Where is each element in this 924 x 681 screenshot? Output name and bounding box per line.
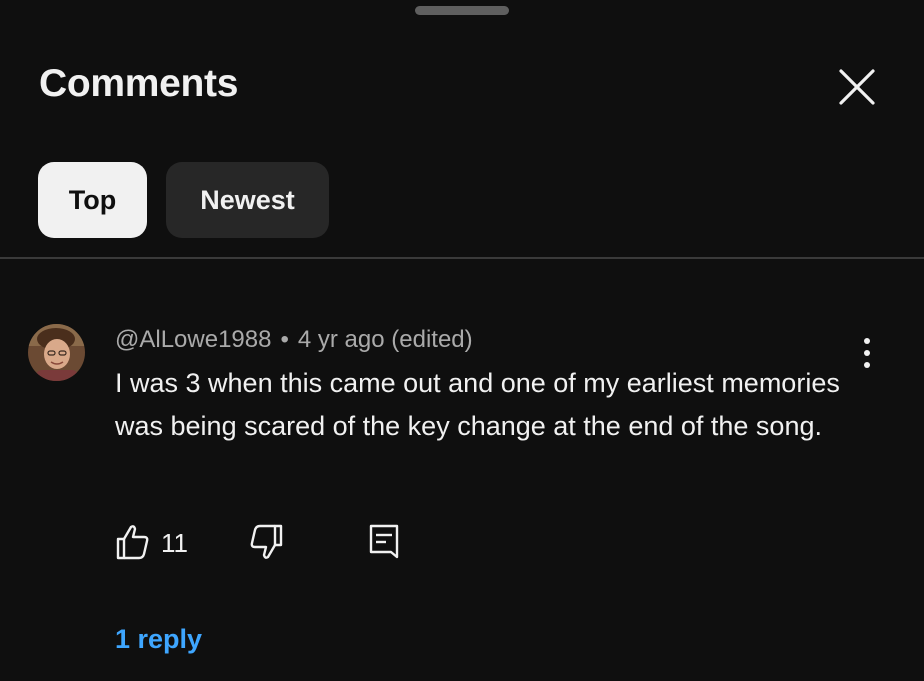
comment-text: I was 3 when this came out and one of my… (115, 368, 840, 441)
dislike-button[interactable] (246, 522, 286, 567)
meta-separator: • (280, 326, 289, 353)
thumbs-down-icon (250, 524, 283, 559)
like-count: 11 (161, 528, 188, 558)
close-button[interactable] (834, 64, 880, 110)
chip-top[interactable]: Top (38, 162, 147, 238)
divider (0, 257, 924, 259)
comment-meta: @AlLowe1988 • 4 yr ago (edited) (115, 326, 473, 354)
comment-icon (369, 524, 399, 559)
comments-sheet: Comments Top Newest @AlLowe1988 • 4 yr ago… (0, 0, 924, 681)
comment-menu-button[interactable] (852, 334, 882, 372)
close-icon (839, 69, 875, 105)
reply-button[interactable] (365, 522, 405, 567)
avatar-image (28, 324, 85, 381)
sort-chips: Top Newest (38, 162, 329, 238)
more-vert-icon (864, 338, 870, 368)
drag-handle[interactable] (415, 6, 509, 15)
view-replies-link[interactable]: 1 reply (115, 624, 202, 655)
avatar[interactable] (28, 324, 85, 381)
thumbs-up-icon (116, 525, 149, 560)
comment-author[interactable]: @AlLowe1988 (115, 326, 271, 353)
page-title: Comments (39, 62, 239, 105)
comment-timestamp: 4 yr ago (edited) (297, 326, 473, 353)
chip-newest[interactable]: Newest (166, 162, 329, 238)
like-button[interactable]: 11 (113, 522, 188, 567)
